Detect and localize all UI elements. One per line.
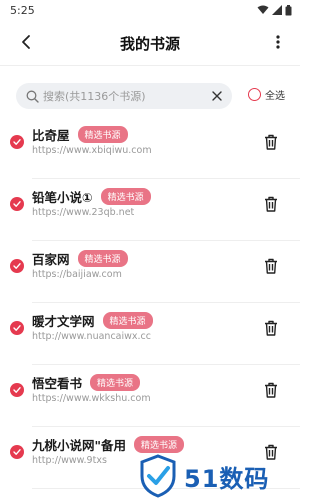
trash-icon: [265, 258, 277, 274]
item-url: https://baijiaw.com: [32, 269, 122, 280]
header-divider: [0, 65, 300, 66]
item-name: 百家网: [32, 252, 70, 267]
item-name-row: 暖才文学网 精选书源: [32, 311, 153, 330]
delete-button[interactable]: [263, 257, 279, 275]
book-source-list: 比奇屋 精选书源 https://www.xbiqiwu.com 铅笔小说① 精…: [0, 117, 300, 489]
check-icon: [13, 139, 21, 145]
item-name-row: 铅笔小说① 精选书源: [32, 187, 151, 206]
item-name: 比奇屋: [32, 128, 70, 143]
item-name-row: 比奇屋 精选书源: [32, 125, 128, 144]
shield-logo-icon: [140, 454, 176, 498]
list-item[interactable]: 百家网 精选书源 https://baijiaw.com: [0, 241, 300, 303]
item-url: http://www.nuancaiwx.cc: [32, 331, 151, 342]
item-url: https://www.xbiqiwu.com: [32, 145, 152, 156]
status-bar: 5:25: [0, 0, 300, 20]
more-vertical-icon: [276, 35, 280, 49]
status-icons: [257, 4, 292, 16]
signal-icon: [272, 5, 282, 15]
item-url: http://www.9txs: [32, 455, 107, 466]
item-name: 铅笔小说①: [32, 190, 93, 205]
checked-checkbox[interactable]: [10, 383, 24, 397]
item-name: 暖才文学网: [32, 314, 95, 329]
back-button[interactable]: [14, 30, 38, 54]
status-time: 5:25: [10, 3, 35, 17]
list-item[interactable]: 比奇屋 精选书源 https://www.xbiqiwu.com: [0, 117, 300, 179]
checked-checkbox[interactable]: [10, 321, 24, 335]
search-icon: [26, 90, 39, 103]
app-header: 我的书源: [0, 22, 300, 64]
trash-icon: [265, 134, 277, 150]
delete-button[interactable]: [263, 133, 279, 151]
list-item[interactable]: 暖才文学网 精选书源 http://www.nuancaiwx.cc: [0, 303, 300, 365]
battery-icon: [285, 4, 292, 15]
featured-badge: 精选书源: [77, 126, 128, 143]
select-all-radio[interactable]: [248, 88, 261, 101]
checked-checkbox[interactable]: [10, 259, 24, 273]
select-all-label: 全选: [265, 91, 285, 102]
check-icon: [13, 263, 21, 269]
select-all-toggle[interactable]: 全选: [248, 87, 285, 102]
trash-icon: [265, 382, 277, 398]
featured-badge: 精选书源: [134, 436, 185, 453]
list-item[interactable]: 铅笔小说① 精选书源 https://www.23qb.net: [0, 179, 300, 241]
item-name: 悟空看书: [32, 376, 83, 391]
item-name: 九桃小说网"备用: [32, 438, 127, 453]
check-icon: [13, 201, 21, 207]
check-icon: [13, 325, 21, 331]
page-title: 我的书源: [119, 34, 180, 53]
item-url: https://www.wkkshu.com: [32, 393, 151, 404]
featured-badge: 精选书源: [102, 312, 153, 329]
item-url: https://www.23qb.net: [32, 207, 135, 218]
close-icon: [212, 91, 222, 101]
trash-icon: [265, 196, 277, 212]
check-icon: [13, 387, 21, 393]
watermark-text: 51数码: [184, 464, 270, 493]
list-item[interactable]: 悟空看书 精选书源 https://www.wkkshu.com: [0, 365, 300, 427]
item-name-row: 悟空看书 精选书源: [32, 373, 141, 392]
checked-checkbox[interactable]: [10, 445, 24, 459]
more-options-button[interactable]: [266, 30, 290, 54]
trash-icon: [265, 320, 277, 336]
featured-badge: 精选书源: [77, 250, 128, 267]
featured-badge: 精选书源: [90, 374, 141, 391]
featured-badge: 精选书源: [100, 188, 151, 205]
back-arrow-icon: [22, 35, 30, 49]
checked-checkbox[interactable]: [10, 197, 24, 211]
search-input[interactable]: [43, 89, 203, 103]
check-icon: [13, 449, 21, 455]
search-row: 全选: [0, 83, 300, 109]
site-watermark: 51数码: [138, 452, 300, 500]
clear-search-button[interactable]: [210, 88, 224, 104]
item-name-row: 百家网 精选书源: [32, 249, 128, 268]
delete-button[interactable]: [263, 195, 279, 213]
delete-button[interactable]: [263, 381, 279, 399]
search-box[interactable]: [16, 83, 232, 109]
checked-checkbox[interactable]: [10, 135, 24, 149]
wifi-icon: [257, 5, 269, 14]
delete-button[interactable]: [263, 319, 279, 337]
